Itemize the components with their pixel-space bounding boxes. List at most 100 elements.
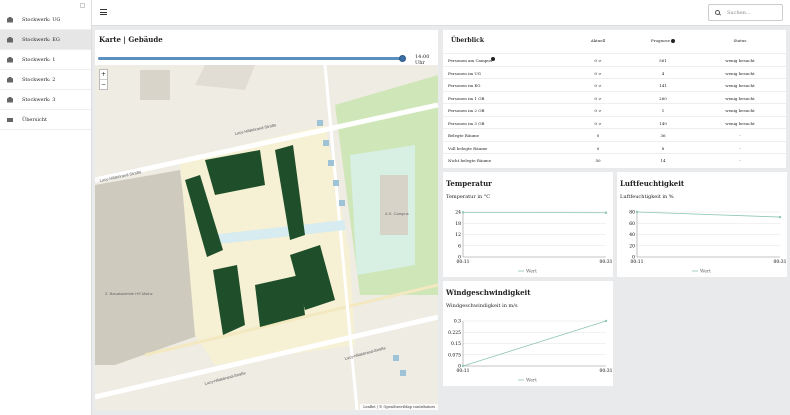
info-icon[interactable] — [491, 57, 495, 61]
info-icon[interactable] — [670, 39, 675, 43]
table-row: Voll belegte Räume 0 8 - — [443, 140, 786, 154]
sidebar-item-1[interactable]: Stockwerk: 1 — [0, 50, 91, 70]
temperature-chart: 2418126000:11 00:31Wert — [455, 210, 613, 275]
row-prognose: 561 — [659, 58, 667, 63]
parking-icon[interactable] — [333, 180, 339, 186]
building-icon — [7, 16, 13, 23]
sidebar-item-2[interactable]: Stockwerk: 2 — [0, 70, 91, 90]
y-tick-label: 60 — [629, 221, 635, 227]
building-icon — [7, 36, 13, 43]
parking-icon[interactable] — [339, 200, 345, 206]
map-panel: Karte | Gebäude 14:00 Uhr Lucy-Hildebran… — [95, 30, 438, 410]
sidebar-item-3[interactable]: Stockwerk: 3 — [0, 90, 91, 110]
row-status: wenig besucht — [725, 83, 755, 88]
row-status: - — [739, 145, 741, 151]
temperature-card: Temperatur Temperatur in °C 24 18 12 6 0 00:1… — [443, 172, 613, 277]
row-prognose: 149 — [659, 120, 667, 126]
row-aktuell: 0 > — [594, 83, 602, 88]
row-status: - — [739, 133, 741, 138]
search-input[interactable]: Suchen... — [708, 4, 783, 21]
row-label: Personen im 2 OB — [448, 108, 485, 113]
row-label: Nicht belegte Räume — [448, 158, 492, 163]
y-tick-label: 20 — [629, 243, 635, 249]
humidity-chart: 80604020000:11 00:31Wert — [629, 210, 787, 275]
campus-map[interactable]: Lucy-Hildebrand-Straße Lucy-Hildebrand-S… — [95, 65, 438, 410]
sidebar-item-label: Stockwerk: 3 — [22, 96, 56, 103]
x-tick-label: 00:11 — [457, 368, 470, 374]
y-tick-label: 0.15 — [451, 341, 461, 347]
row-prognose: 36 — [660, 133, 666, 138]
row-prognose: 260 — [659, 95, 667, 101]
y-tick-label: 0.225 — [448, 330, 461, 336]
wind-card: Windgeschwindigkeit Windgeschwindigkeit … — [443, 281, 613, 386]
y-tick-label: 6 — [458, 243, 461, 249]
sidebar-item-ug[interactable]: Stockwerk: UG — [0, 10, 91, 30]
header-status: Status — [733, 38, 747, 43]
zoom-out-button[interactable]: − — [100, 80, 107, 89]
search-placeholder: Suchen... — [727, 9, 751, 16]
overview-title: Überblick — [451, 37, 484, 44]
map-canvas: Lucy-Hildebrand-Straße Lucy-Hildebrand-S… — [95, 65, 438, 410]
sidebar: Stockwerk: UG Stockwerk: EG Stockwerk: 1… — [0, 0, 92, 415]
y-tick-label: 24 — [455, 210, 461, 216]
row-aktuell: 0 > — [594, 108, 602, 113]
parking-icon[interactable] — [317, 120, 323, 126]
row-status: wenig besucht — [725, 120, 755, 126]
y-tick-label: 18 — [455, 221, 461, 227]
data-point — [635, 210, 639, 214]
row-prognose: 141 — [659, 83, 667, 88]
x-tick-label: 00:31 — [774, 259, 787, 265]
parking-icon[interactable] — [400, 370, 406, 376]
row-aktuell: 0 — [596, 133, 600, 138]
table-row: Personen im 3 OB 0 > 149 wenig besucht — [443, 115, 786, 129]
table-row: Personen im UG 0 > 4 wenig besucht — [443, 65, 786, 79]
list-icon — [7, 117, 13, 122]
parking-icon[interactable] — [323, 140, 329, 146]
overview-panel: Überblick Aktuell Prognose Status Person… — [443, 30, 786, 168]
row-label: Personen am Campus — [448, 58, 492, 63]
sidebar-item-label: Stockwerk: UG — [22, 16, 61, 23]
menu-icon[interactable] — [100, 9, 107, 15]
data-point — [461, 211, 465, 214]
sidebar-item-label: Stockwerk: EG — [22, 36, 60, 43]
row-prognose: 1 — [661, 108, 665, 113]
zoom-in-button[interactable]: + — [100, 70, 107, 80]
row-prognose: 14 — [660, 158, 666, 163]
map-attribution[interactable]: Leaflet | © OpenStreetMap contributors — [360, 404, 438, 410]
sidebar-item-label: Übersicht — [22, 116, 47, 123]
y-tick-label: 40 — [629, 232, 635, 238]
header-prognose-label: Prognose — [651, 38, 670, 43]
parking-icon[interactable] — [393, 355, 399, 361]
time-slider[interactable] — [98, 55, 406, 62]
row-status: wenig besucht — [725, 108, 755, 113]
building-block — [380, 175, 408, 235]
zoom-control: + − — [99, 69, 108, 90]
building-icon — [7, 96, 13, 103]
row-aktuell: 50 — [595, 158, 601, 163]
poi-label: Z. Bauakademie HS Mainz — [105, 291, 153, 296]
row-aktuell: 0 > — [594, 95, 602, 101]
table-row: Nicht belegte Räume 50 14 - — [443, 153, 786, 166]
row-aktuell: 0 — [596, 145, 600, 151]
sidebar-header — [0, 0, 91, 10]
wind-chart: 0.30.2250.150.075000:11 00:31Wert — [448, 319, 613, 384]
building-icon — [7, 56, 13, 63]
sidebar-item-overview[interactable]: Übersicht — [0, 110, 91, 130]
row-aktuell: 0 > — [594, 58, 602, 63]
data-point — [778, 215, 782, 219]
time-slider-handle[interactable] — [399, 55, 406, 62]
y-tick-label: 0.075 — [448, 352, 461, 358]
sidebar-item-label: Stockwerk: 1 — [22, 56, 56, 63]
y-tick-label: 80 — [629, 210, 635, 216]
legend-label: Wert — [526, 378, 537, 384]
data-point — [604, 211, 608, 214]
top-bar: Suchen... — [92, 0, 790, 26]
data-point — [461, 364, 465, 368]
collapse-icon[interactable] — [80, 3, 85, 8]
parking-icon[interactable] — [328, 160, 334, 166]
sidebar-item-eg[interactable]: Stockwerk: EG — [0, 30, 91, 50]
x-tick-label: 00:11 — [631, 259, 644, 265]
x-tick-label: 00:31 — [600, 259, 613, 265]
row-prognose: 8 — [661, 145, 665, 151]
table-row: Personen im 2 OB 0 > 1 wenig besucht — [443, 103, 786, 116]
